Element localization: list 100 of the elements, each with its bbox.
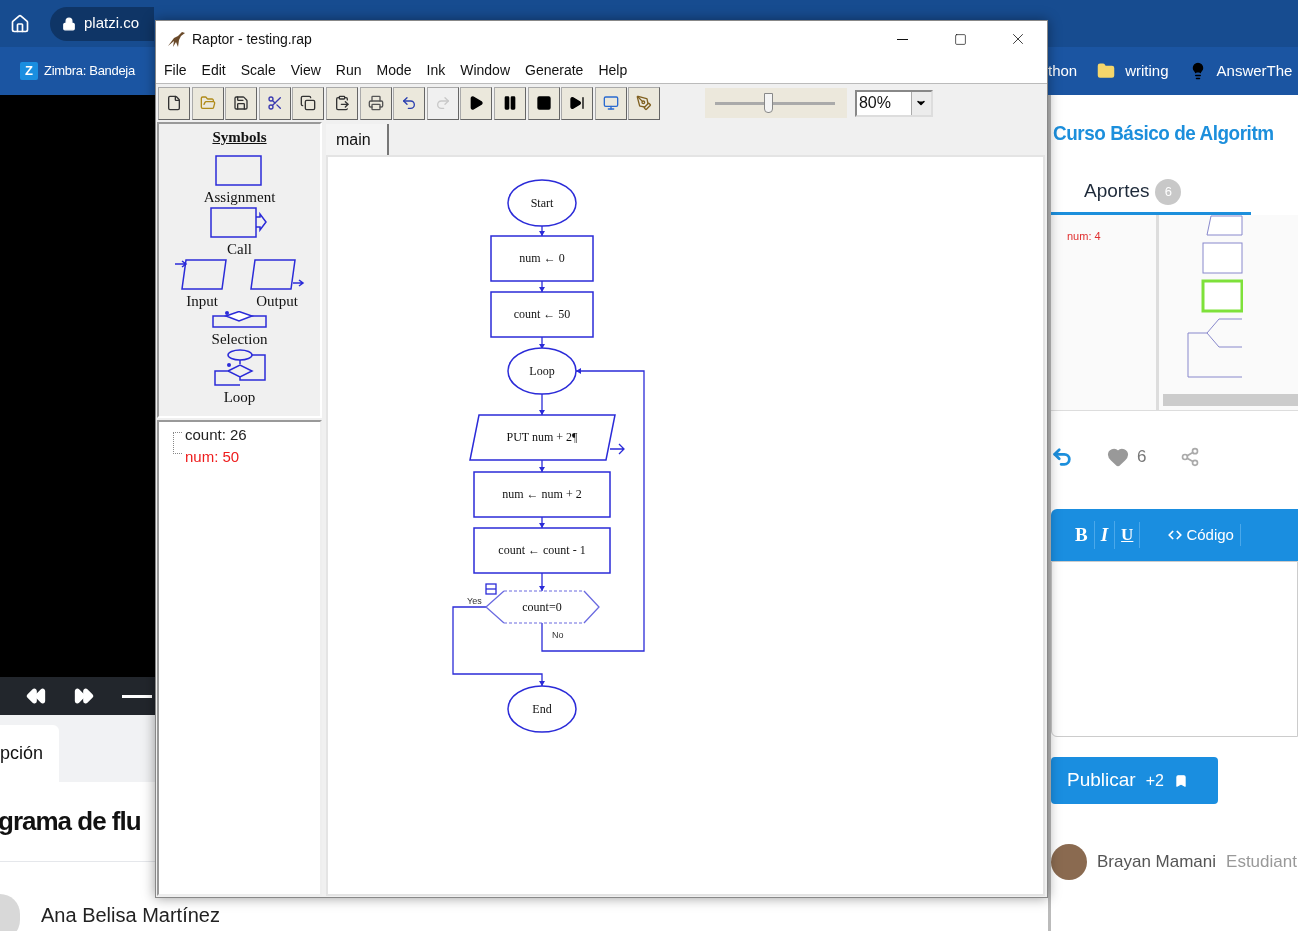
italic-button[interactable]: I xyxy=(1094,520,1116,550)
main-tab[interactable]: main xyxy=(326,124,389,155)
symbol-label: Input xyxy=(186,291,218,311)
zoom-dropdown[interactable]: 80% xyxy=(854,89,933,117)
toolbar-button[interactable] xyxy=(527,86,560,120)
bookmark-link[interactable]: AnswerThe xyxy=(1216,59,1293,83)
symbol-label: Loop xyxy=(223,387,256,407)
menu-item[interactable]: Ink xyxy=(420,59,452,81)
paste-icon xyxy=(333,95,350,111)
slider-thumb[interactable] xyxy=(763,92,773,113)
file-icon xyxy=(166,95,182,111)
symbols-heading: Symbols xyxy=(212,128,267,147)
terminal-oval[interactable]: End xyxy=(507,685,577,733)
scissors-icon xyxy=(266,95,283,111)
comment-field[interactable] xyxy=(1051,561,1298,737)
menu-item[interactable]: Run xyxy=(329,59,368,81)
menu-item[interactable]: Edit xyxy=(195,59,232,81)
commenter-name[interactable]: Brayan Mamani xyxy=(1097,849,1217,875)
reply-icon[interactable] xyxy=(1051,446,1073,468)
underline-button[interactable]: U xyxy=(1115,522,1141,548)
lock-icon xyxy=(62,16,76,31)
symbol-label: Selection xyxy=(211,329,268,349)
variable-value: num: 50 xyxy=(185,447,240,467)
address-bar[interactable]: platzi.co xyxy=(50,6,154,41)
toolbar-button[interactable] xyxy=(325,86,358,120)
decision-hexagon[interactable]: count=0 xyxy=(485,590,600,624)
input-symbol-icon[interactable] xyxy=(174,258,230,291)
menu-item[interactable]: View xyxy=(284,59,327,81)
menu-item[interactable]: Help xyxy=(592,59,634,81)
pen-icon xyxy=(636,95,653,111)
assignment-box[interactable]: count ← 50 xyxy=(490,291,594,338)
toolbar-button[interactable] xyxy=(258,86,291,120)
copy-icon xyxy=(300,95,317,111)
menu-item[interactable]: Generate xyxy=(519,59,590,81)
toolbar-button[interactable] xyxy=(460,86,493,120)
description-tab[interactable]: pción xyxy=(0,725,60,782)
toolbar-button[interactable] xyxy=(493,86,526,120)
symbol-label: Output xyxy=(256,291,298,311)
play-icon xyxy=(468,95,485,111)
save-icon xyxy=(233,95,250,111)
progress-track[interactable] xyxy=(122,694,152,698)
like-count: 6 xyxy=(1137,446,1147,469)
z-logo-icon: Z xyxy=(20,62,38,80)
symbol-label: Call xyxy=(227,239,252,259)
selection-symbol-icon[interactable] xyxy=(211,310,268,329)
symbol-label: Assignment xyxy=(203,187,276,207)
toolbar-button[interactable] xyxy=(158,86,190,120)
dinosaur-icon xyxy=(166,30,186,48)
assignment-symbol-icon[interactable] xyxy=(215,154,264,187)
toolbar-button[interactable] xyxy=(359,86,392,120)
print-icon xyxy=(367,95,384,111)
home-icon[interactable] xyxy=(10,13,30,34)
assignment-box[interactable]: count ← count - 1 xyxy=(473,527,611,574)
monitor-icon xyxy=(602,95,619,111)
folder-icon xyxy=(199,95,216,111)
no-label: No xyxy=(552,630,564,640)
bookmark-link[interactable]: Zimbra: Bandeja xyxy=(44,61,135,81)
bookmark-link[interactable]: writing xyxy=(1125,59,1169,83)
points-icon xyxy=(1173,773,1188,788)
undo-icon xyxy=(401,95,418,111)
loop-symbol-icon[interactable] xyxy=(212,348,267,387)
speed-slider[interactable] xyxy=(704,88,847,118)
collapse-icon[interactable] xyxy=(485,583,497,595)
connector-arrow xyxy=(539,393,545,416)
code-button[interactable]: Código xyxy=(1162,523,1241,547)
variable-value: count: 26 xyxy=(185,425,247,445)
maximize-icon xyxy=(953,32,967,46)
yes-label: Yes xyxy=(467,596,482,606)
terminal-oval[interactable]: Start xyxy=(507,179,577,227)
window-title: Raptor - testing.rap xyxy=(192,29,312,49)
loop-oval[interactable]: Loop xyxy=(507,347,577,395)
author-name: Ana Belisa Martínez xyxy=(41,903,220,928)
toolbar-button[interactable] xyxy=(292,86,325,120)
bold-button[interactable]: B xyxy=(1069,520,1095,550)
fast-forward-icon[interactable] xyxy=(74,686,94,706)
menu-item[interactable]: Window xyxy=(454,59,516,81)
menu-item[interactable]: Scale xyxy=(234,59,282,81)
commenter-role: Estudiant xyxy=(1226,851,1297,874)
step-icon xyxy=(569,95,586,111)
publish-button[interactable]: Publicar +2 xyxy=(1051,757,1218,804)
code-icon xyxy=(1168,528,1183,542)
minimize-icon xyxy=(896,38,908,40)
toolbar-button[interactable] xyxy=(225,86,258,120)
output-symbol-icon[interactable] xyxy=(249,258,305,291)
url-text: platzi.co xyxy=(84,13,140,34)
folder-icon xyxy=(1097,62,1116,80)
rewind-icon[interactable] xyxy=(26,686,46,706)
assignment-box[interactable]: num ← 0 xyxy=(490,235,594,282)
user-avatar xyxy=(1051,844,1087,880)
connector-arrow xyxy=(539,572,545,592)
call-symbol-icon[interactable] xyxy=(209,206,270,239)
variable-value: num: 4 xyxy=(1067,230,1101,242)
menu-item[interactable]: Mode xyxy=(370,59,418,81)
bookmark-link[interactable]: thon xyxy=(1048,59,1078,83)
assignment-box[interactable]: num ← num + 2 xyxy=(473,471,611,518)
heart-icon[interactable] xyxy=(1107,446,1129,468)
stop-icon xyxy=(535,95,552,111)
toolbar-button[interactable] xyxy=(561,86,594,120)
redo-icon xyxy=(434,95,451,111)
menu-item[interactable]: File xyxy=(158,59,193,81)
